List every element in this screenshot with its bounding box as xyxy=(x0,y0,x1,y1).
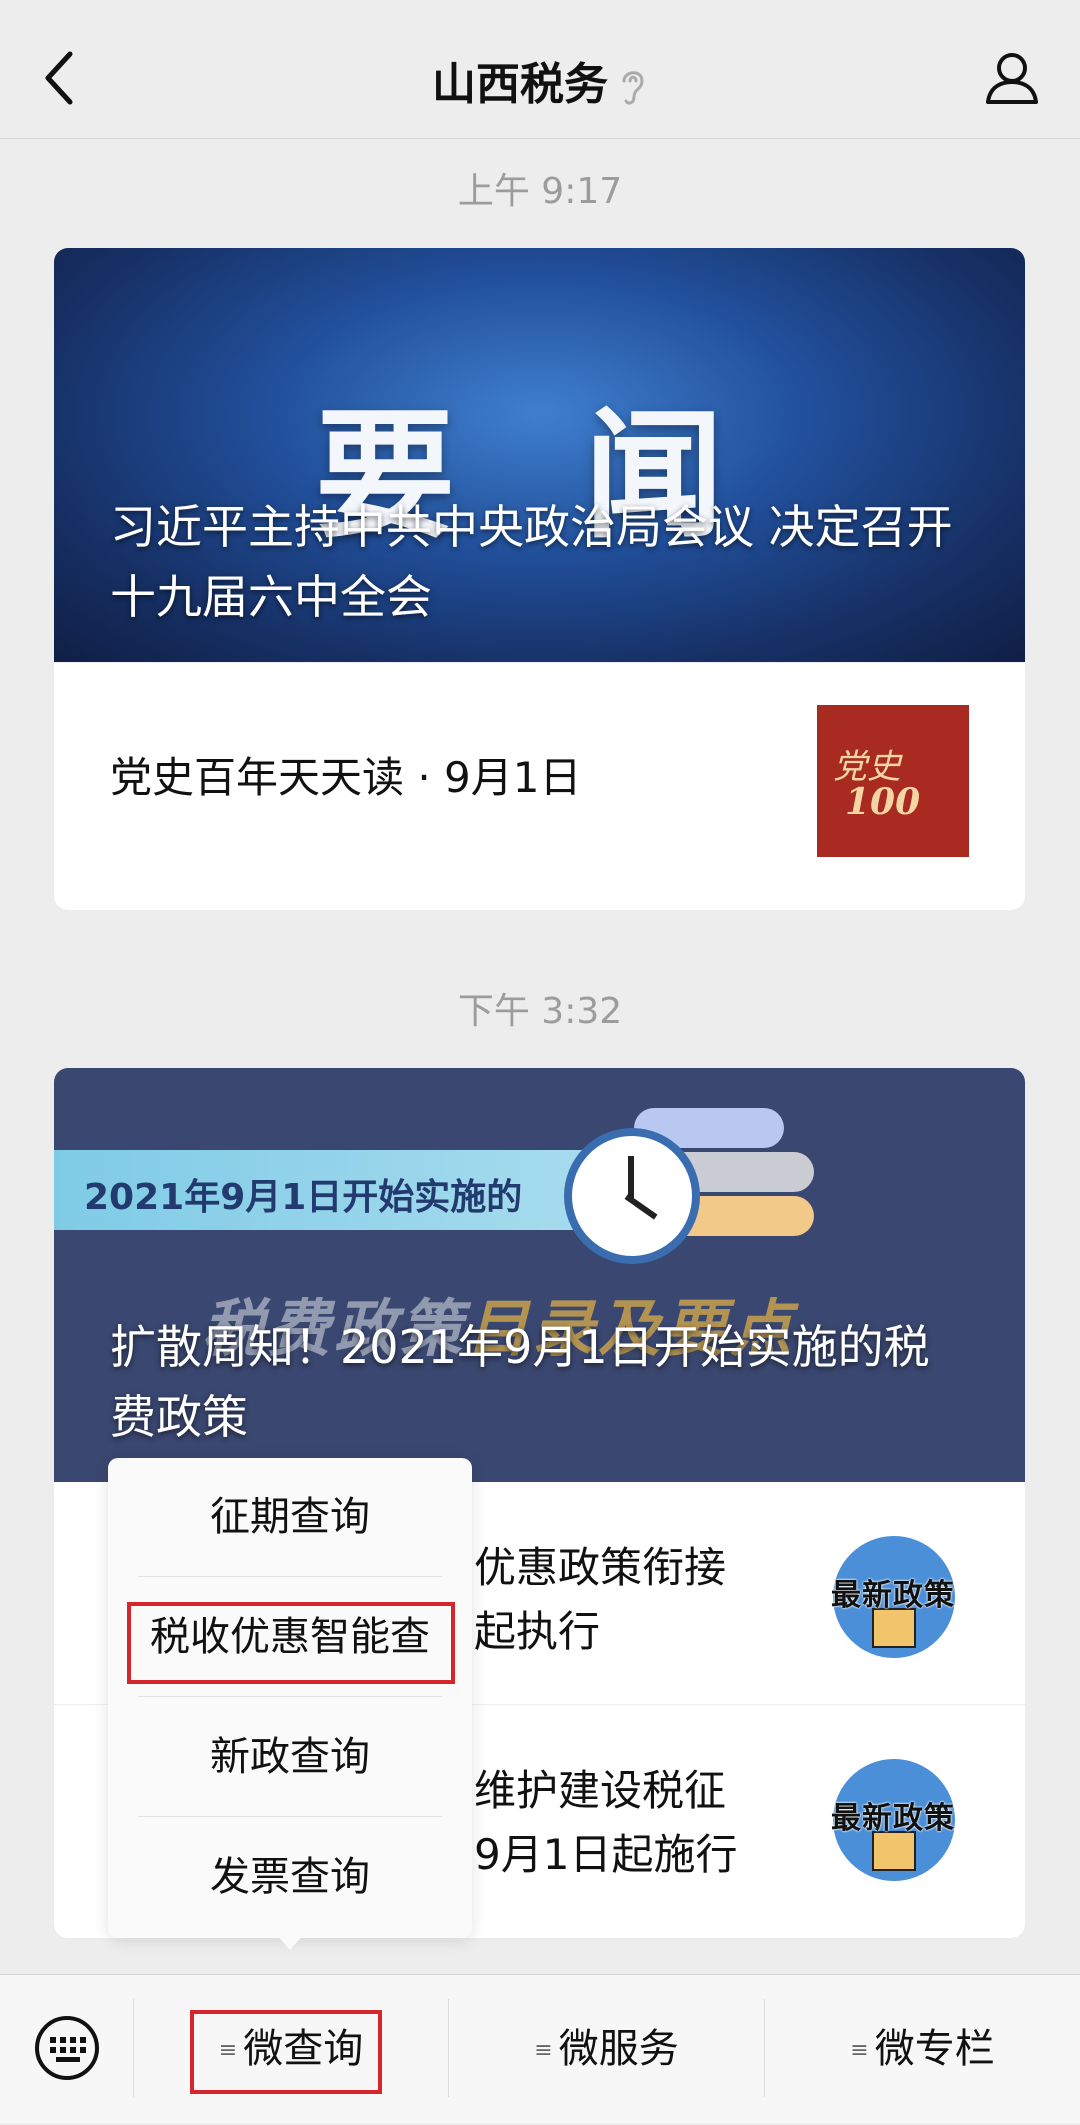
menu-item-period-query[interactable]: 征期查询 xyxy=(138,1458,442,1576)
policy-thumbnail: 最新政策 xyxy=(817,1743,969,1895)
sub-article-title[interactable]: 党史百年天天读 · 9月1日 xyxy=(110,663,582,910)
menu-lines-icon: ≡ xyxy=(534,2038,553,2063)
clock-icon xyxy=(564,1128,700,1264)
highlight-box xyxy=(190,2010,382,2094)
sub-article-title[interactable]: 维护建设税征 9月1日起施行 xyxy=(474,1759,814,1887)
menu-tab-label: 微专栏 xyxy=(874,2026,995,2072)
chat-title: 山西税务 xyxy=(432,59,608,110)
highlight-box xyxy=(127,1602,455,1684)
thumbnail-number: 100 xyxy=(845,781,921,823)
chat-header: 山西税务 xyxy=(0,0,1080,139)
ear-icon xyxy=(622,71,644,105)
menu-separator xyxy=(138,1816,442,1817)
article-banner[interactable]: 要 闻 习近平主持中共中央政治局会议 决定召开十九届六中全会 xyxy=(54,248,1025,662)
chat-title-wrap: 山西税务 xyxy=(0,48,1080,112)
menu-lines-icon: ≡ xyxy=(850,2038,869,2063)
sub-article-title[interactable]: 优惠政策衔接 起执行 xyxy=(474,1536,814,1664)
menu-item-new-policy-query[interactable]: 新政查询 xyxy=(138,1698,442,1816)
bottom-menu-bar: ≡ 微查询 ≡ 微服务 ≡ 微专栏 xyxy=(0,1974,1080,2123)
date-ribbon-text: 2021年9月1日开始实施的 xyxy=(84,1177,523,1218)
menu-separator xyxy=(138,1696,442,1697)
article-card[interactable]: 要 闻 习近平主持中共中央政治局会议 决定召开十九届六中全会 党史百年天天读 ·… xyxy=(54,248,1025,910)
popup-pointer xyxy=(276,1934,304,1950)
message-timestamp: 下午 3:32 xyxy=(457,991,623,1032)
menu-tab-micro-column[interactable]: ≡ 微专栏 xyxy=(765,1975,1080,2123)
popup-menu: 征期查询 税收优惠智能查 新政查询 发票查询 xyxy=(108,1458,472,1938)
sub-article-row[interactable]: 党史百年天天读 · 9月1日 党史 100 xyxy=(54,662,1025,910)
menu-tab-label: 微服务 xyxy=(558,2026,679,2072)
article-headline[interactable]: 扩散周知！2021年9月1日开始实施的税费政策 xyxy=(110,1312,975,1452)
keyboard-icon[interactable] xyxy=(34,2015,100,2081)
profile-icon[interactable] xyxy=(984,50,1040,106)
message-timestamp: 上午 9:17 xyxy=(457,171,623,212)
policy-thumbnail: 最新政策 xyxy=(817,1520,969,1672)
menu-separator xyxy=(138,1576,442,1577)
menu-item-invoice-query[interactable]: 发票查询 xyxy=(138,1818,442,1936)
policy-badge-text: 最新政策 xyxy=(831,1801,955,1836)
article-banner[interactable]: 2021年9月1日开始实施的 税费政策目录及要点 扩散周知！2021年9月1日开… xyxy=(54,1068,1025,1482)
policy-badge-text: 最新政策 xyxy=(831,1578,955,1613)
menu-tab-micro-service[interactable]: ≡ 微服务 xyxy=(449,1975,764,2123)
article-headline[interactable]: 习近平主持中共中央政治局会议 决定召开十九届六中全会 xyxy=(110,492,975,632)
date-ribbon: 2021年9月1日开始实施的 xyxy=(54,1150,614,1230)
sub-article-thumbnail: 党史 100 xyxy=(817,705,969,857)
